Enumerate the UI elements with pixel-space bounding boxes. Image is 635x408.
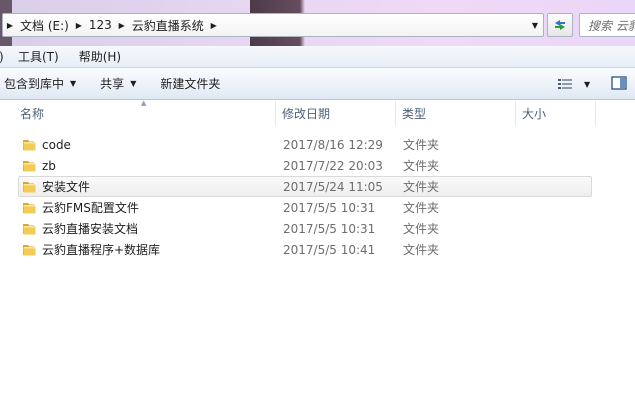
chevron-down-icon[interactable]: ▼ <box>584 80 590 89</box>
address-bar-area: ▶ 文档 (E:) ▶ 123 ▶ 云豹直播系统 ▶ ▼ 搜索 云豹 <box>0 0 635 46</box>
file-name: code <box>42 137 71 152</box>
column-header-type[interactable]: 类型 <box>396 101 516 126</box>
file-modified: 2017/5/5 10:41 <box>283 242 376 257</box>
file-modified: 2017/5/5 10:31 <box>283 200 376 215</box>
list-item-hovered[interactable]: 安装文件 2017/5/24 11:05 文件夹 <box>18 176 592 197</box>
new-folder-button[interactable]: 新建文件夹 <box>154 72 226 96</box>
preview-pane-icon <box>611 76 627 90</box>
address-history-dropdown-icon[interactable]: ▼ <box>527 14 543 36</box>
column-header-name[interactable]: 名称 <box>14 101 276 126</box>
file-name: 云豹直播安装文档 <box>42 222 139 236</box>
search-input[interactable]: 搜索 云豹 <box>579 13 635 37</box>
file-type: 文件夹 <box>403 180 440 194</box>
breadcrumb[interactable]: ▶ 文档 (E:) ▶ 123 ▶ 云豹直播系统 ▶ ▼ <box>2 13 544 37</box>
column-header-type-label: 类型 <box>402 107 427 121</box>
menu-item-help[interactable]: 帮助(H) <box>72 48 128 65</box>
column-header-modified-label: 修改日期 <box>282 107 331 121</box>
file-type: 文件夹 <box>403 201 440 215</box>
preview-pane-button[interactable] <box>611 75 627 91</box>
file-type: 文件夹 <box>403 243 440 257</box>
folder-icon <box>23 202 36 213</box>
view-details-icon <box>556 76 574 92</box>
column-header-size[interactable]: 大小 <box>516 101 596 126</box>
file-name: zb <box>42 158 56 173</box>
file-type: 文件夹 <box>403 159 440 173</box>
file-name: 云豹直播程序+数据库 <box>42 243 161 257</box>
column-header-size-label: 大小 <box>522 107 547 121</box>
folder-icon <box>23 139 36 150</box>
column-header-modified[interactable]: 修改日期 <box>276 101 396 126</box>
list-item[interactable]: code 2017/8/16 12:29 文件夹 <box>18 134 592 155</box>
breadcrumb-chevron-icon[interactable]: ▶ <box>207 21 221 30</box>
share-button[interactable]: 共享 ▼ <box>94 72 142 96</box>
file-type: 文件夹 <box>403 138 440 152</box>
file-modified: 2017/7/22 20:03 <box>283 158 383 173</box>
file-modified: 2017/5/5 10:31 <box>283 221 376 236</box>
breadcrumb-item-current[interactable]: 云豹直播系统 <box>129 17 207 34</box>
file-name: 安装文件 <box>42 180 91 194</box>
breadcrumb-item-drive[interactable]: 文档 (E:) <box>17 17 72 34</box>
chevron-down-icon: ▼ <box>130 79 137 88</box>
folder-icon <box>23 160 36 171</box>
column-header-row: ▲ 名称 修改日期 类型 大小 <box>0 99 635 126</box>
change-view-button[interactable]: ▼ <box>556 72 590 96</box>
file-modified: 2017/8/16 12:29 <box>283 137 383 152</box>
file-modified: 2017/5/24 11:05 <box>283 179 383 194</box>
column-header-name-label: 名称 <box>20 107 45 121</box>
include-in-library-label: 包含到库中 <box>4 77 65 91</box>
command-bar: 包含到库中 ▼ 共享 ▼ 新建文件夹 ▼ <box>0 68 635 100</box>
chevron-down-icon: ▼ <box>70 79 77 88</box>
breadcrumb-chevron-icon[interactable]: ▶ <box>115 21 129 30</box>
menu-item-truncated[interactable]: ) <box>0 50 5 64</box>
menu-bar: ) 工具(T) 帮助(H) <box>0 46 635 68</box>
file-name: 云豹FMS配置文件 <box>42 201 139 215</box>
folder-icon <box>23 181 36 192</box>
file-type: 文件夹 <box>403 222 440 236</box>
new-folder-label: 新建文件夹 <box>160 77 221 91</box>
share-label: 共享 <box>100 77 125 91</box>
include-in-library-button[interactable]: 包含到库中 ▼ <box>0 72 82 96</box>
menu-item-tools[interactable]: 工具(T) <box>11 48 66 65</box>
folder-icon <box>23 223 36 234</box>
breadcrumb-chevron-icon[interactable]: ▶ <box>72 21 86 30</box>
list-item[interactable]: zb 2017/7/22 20:03 文件夹 <box>18 155 592 176</box>
breadcrumb-item-123[interactable]: 123 <box>86 18 115 32</box>
list-item[interactable]: 云豹直播安装文档 2017/5/5 10:31 文件夹 <box>18 218 592 239</box>
refresh-icon <box>555 20 565 30</box>
folder-icon <box>23 244 36 255</box>
list-item[interactable]: 云豹FMS配置文件 2017/5/5 10:31 文件夹 <box>18 197 592 218</box>
refresh-button[interactable] <box>547 13 573 37</box>
breadcrumb-root-chevron-icon[interactable]: ▶ <box>3 21 17 30</box>
list-item[interactable]: 云豹直播程序+数据库 2017/5/5 10:41 文件夹 <box>18 239 592 260</box>
